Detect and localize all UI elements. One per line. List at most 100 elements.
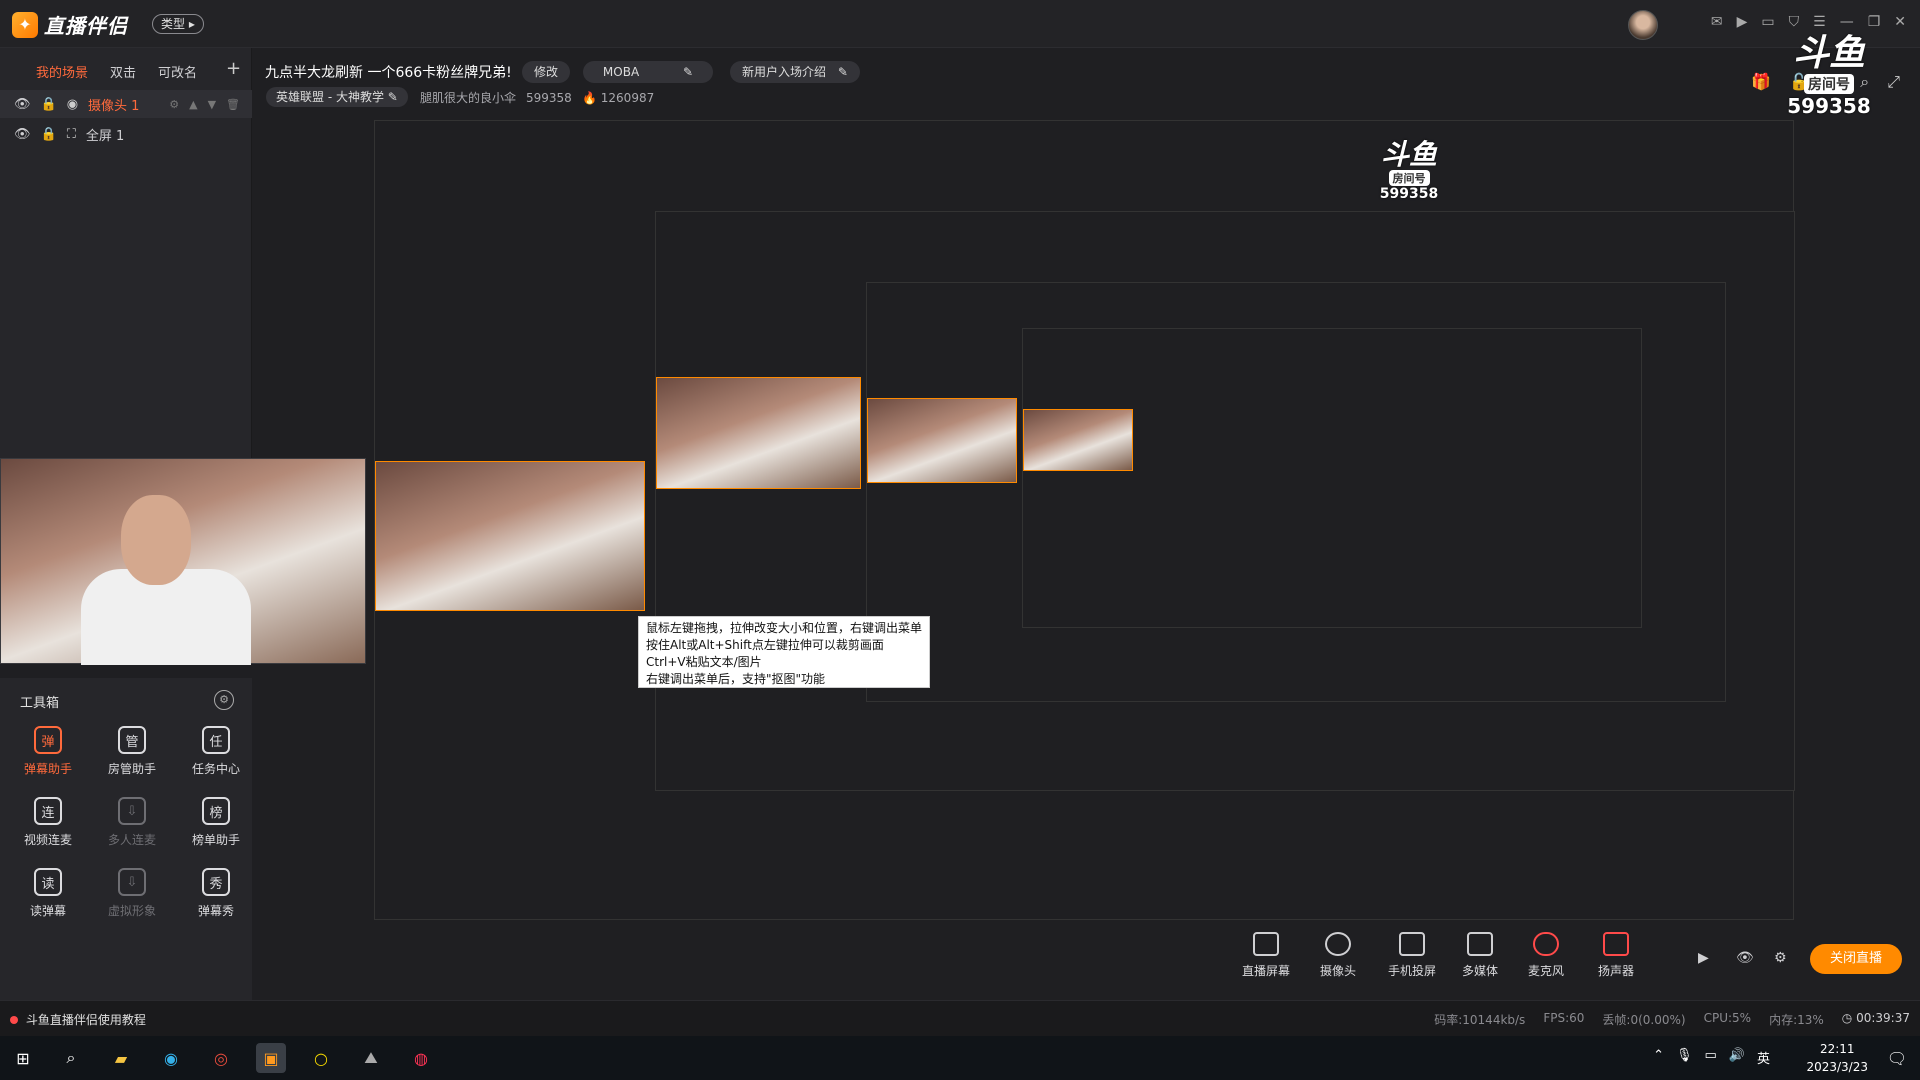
camera-icon	[1325, 932, 1351, 956]
clock-time: 22:11	[1819, 1042, 1855, 1056]
category-label: MOBA	[602, 65, 640, 79]
tool-label: 扬声器	[1598, 964, 1635, 978]
tool-room-manager[interactable]: 管 房管助手	[90, 726, 174, 777]
edit-title-button[interactable]: 修改	[522, 61, 571, 83]
type-button[interactable]: 类型 ▸	[152, 14, 204, 34]
taskbar-search-icon[interactable]: ⌕	[56, 1043, 86, 1073]
video-icon[interactable]: ▶	[1737, 14, 1748, 30]
lock-icon[interactable]: 🔒	[41, 127, 57, 142]
taskbar-clock[interactable]: 22:11 2023/3/23	[1806, 1040, 1868, 1076]
menu-icon[interactable]: ☰	[1813, 14, 1826, 30]
clock-icon: ◷	[1841, 1011, 1853, 1025]
microphone-button[interactable]: 麦克风	[1528, 932, 1564, 979]
tool-rank-assistant[interactable]: 榜 榜单助手	[174, 797, 258, 848]
tool-task-center[interactable]: 任 任务中心	[174, 726, 258, 777]
douyu-companion-taskbar-icon[interactable]: ▣	[256, 1043, 286, 1073]
edit-icon: ✎	[683, 65, 694, 79]
toolbox-settings-icon[interactable]: ⚙	[214, 690, 234, 710]
multimedia-button[interactable]: 多媒体	[1462, 932, 1498, 979]
notice-pill[interactable]: 新用户入场介绍 ✎	[730, 61, 860, 83]
recursive-capture-4	[1022, 328, 1642, 628]
game-app-icon[interactable]: ⛰	[356, 1043, 386, 1073]
clock-date: 2023/3/23	[1806, 1060, 1868, 1074]
mail-icon[interactable]: ✉	[1711, 14, 1723, 30]
add-scene-button[interactable]: +	[226, 58, 241, 79]
game-category-button[interactable]: 英雄联盟 - 大神教学 ✎	[266, 87, 408, 107]
camera-subject-face	[121, 495, 191, 585]
tooltip-line-2: 按住Alt或Alt+Shift点左键拉伸可以裁剪画面	[646, 638, 884, 652]
tray-network-icon[interactable]: ▭	[1705, 1048, 1717, 1067]
live-screen-button[interactable]: 直播屏幕	[1242, 932, 1290, 979]
source-settings-icon[interactable]: ⚙	[169, 98, 179, 111]
lock-icon[interactable]: 🔒	[41, 97, 57, 112]
tray-volume-icon[interactable]: 🔊	[1729, 1048, 1745, 1067]
camera-button[interactable]: 摄像头	[1320, 932, 1356, 979]
screen-icon[interactable]: ▭	[1761, 14, 1774, 30]
tool-video-link[interactable]: 连 视频连麦	[6, 797, 90, 848]
source-row-fullscreen[interactable]: 👁 🔒 ⛶ 全屏 1	[0, 120, 252, 148]
tool-danmu-show[interactable]: 秀 弹幕秀	[174, 868, 258, 919]
scene-tab-double[interactable]: 双击	[110, 62, 136, 81]
stream-title[interactable]: 九点半大龙刷新 一个666卡粉丝牌兄弟!	[265, 62, 512, 82]
category-pill[interactable]: MOBA ✎	[583, 61, 713, 83]
app-logo-text: 直播伴侣	[44, 14, 128, 38]
chrome-browser-icon[interactable]: ◎	[206, 1043, 236, 1073]
tray-mic-icon[interactable]: 🎙	[1676, 1048, 1693, 1067]
screen-icon	[1253, 932, 1279, 956]
tutorial-link[interactable]: 斗鱼直播伴侣使用教程	[10, 1011, 146, 1028]
live-preview-canvas[interactable]: 斗鱼 房间号 599358	[374, 120, 1795, 920]
system-tray: ⌃ 🎙 ▭ 🔊 英	[1653, 1048, 1770, 1067]
tool-label: 读弹幕	[29, 904, 66, 918]
user-avatar[interactable]	[1628, 10, 1658, 40]
edit-icon: ✎	[837, 65, 848, 79]
tutorial-dot-icon	[10, 1016, 18, 1024]
shirt-icon[interactable]: ⛉	[1789, 14, 1800, 30]
minimize-icon[interactable]: —	[1840, 14, 1854, 30]
preview-eye-icon[interactable]: 👁	[1736, 950, 1754, 966]
close-icon[interactable]: ✕	[1894, 14, 1906, 30]
move-down-icon[interactable]: ▼	[208, 98, 216, 111]
tool-label: 多人连麦	[107, 833, 156, 847]
canvas-tooltip: 鼠标左键拖拽，拉伸改变大小和位置，右键调出菜单 按住Alt或Alt+Shift点…	[638, 616, 930, 688]
settings-gear-icon[interactable]: ⚙	[1774, 950, 1787, 966]
recursive-capture-1	[374, 120, 1795, 920]
source-row-camera[interactable]: 👁 🔒 ◉ 摄像头 1 ⚙ ▲ ▼ 🗑	[0, 90, 252, 118]
close-live-button[interactable]: 关闭直播	[1810, 944, 1902, 974]
edge-browser-icon[interactable]: ◉	[156, 1043, 186, 1073]
tool-label: 弹幕助手	[23, 762, 72, 776]
delete-icon[interactable]: 🗑	[226, 98, 240, 111]
netease-music-icon[interactable]: ◍	[406, 1043, 436, 1073]
circle-app-icon[interactable]: ○	[306, 1043, 336, 1073]
eye-icon[interactable]: 👁	[14, 97, 31, 112]
speaker-button[interactable]: 扬声器	[1598, 932, 1634, 979]
share-icon[interactable]: ⤢	[1887, 72, 1900, 92]
source-label: 全屏 1	[85, 128, 125, 144]
media-icon	[1467, 932, 1493, 956]
gift-icon[interactable]: 🎁	[1751, 72, 1771, 92]
tool-label: 手机投屏	[1388, 964, 1437, 978]
scene-tab-rename[interactable]: 可改名	[158, 62, 197, 81]
tool-read-danmu[interactable]: 读 读弹幕	[6, 868, 90, 919]
camera-preview[interactable]	[0, 458, 366, 665]
record-icon[interactable]: ▶	[1698, 950, 1709, 966]
tool-danmu-assistant[interactable]: 弹 弹幕助手	[6, 726, 90, 777]
tool-virtual-avatar[interactable]: ⇩ 虚拟形象	[90, 868, 174, 919]
ime-indicator[interactable]: 英	[1757, 1048, 1770, 1067]
move-up-icon[interactable]: ▲	[189, 98, 197, 111]
notification-icon[interactable]: 🗨	[1882, 1043, 1912, 1073]
tool-multi-link[interactable]: ⇩ 多人连麦	[90, 797, 174, 848]
source-row-tools: ⚙ ▲ ▼ 🗑	[169, 98, 240, 111]
eye-icon[interactable]: 👁	[14, 127, 31, 142]
tray-expand-icon[interactable]: ⌃	[1653, 1048, 1664, 1067]
bitrate-stat: 码率:10144kb/s	[1434, 1013, 1526, 1027]
restore-icon[interactable]: ❐	[1868, 14, 1881, 30]
tutorial-label: 斗鱼直播伴侣使用教程	[25, 1013, 146, 1027]
tool-label: 多媒体	[1462, 964, 1499, 978]
rank-icon: 榜	[202, 797, 230, 825]
windows-start-icon[interactable]: ⊞	[8, 1043, 38, 1073]
camera-source-icon: ◉	[66, 96, 79, 112]
scene-tab-my[interactable]: 我的场景	[36, 62, 88, 81]
window-controls: ✉ ▶ ▭ ⛉ ☰ — ❐ ✕	[1711, 14, 1906, 30]
phone-cast-button[interactable]: 手机投屏	[1388, 932, 1436, 979]
file-explorer-icon[interactable]: ▰	[106, 1043, 136, 1073]
